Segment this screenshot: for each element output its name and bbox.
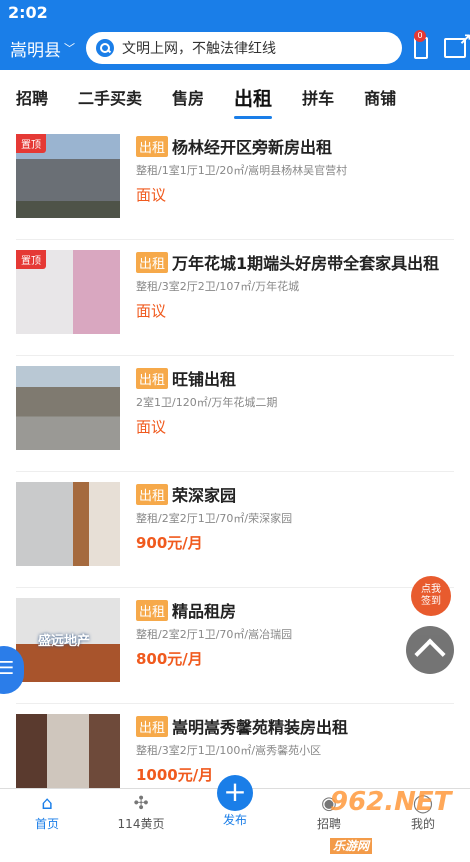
- listing-price: 面议: [136, 418, 167, 436]
- rent-tag: 出租: [136, 367, 169, 389]
- listing-meta: 整租/2室2厅1卫/70㎡/荣深家园: [136, 512, 293, 525]
- nav-home-label: 首页: [34, 817, 59, 831]
- interior-photo: 盛远地产: [16, 598, 120, 682]
- nav-yellowpages[interactable]: ✣ 114黄页: [94, 789, 188, 836]
- home-icon: ⌂: [41, 793, 53, 814]
- top-bar: 嵩明县 ﹀ 文明上网，不触法律红线 0: [0, 26, 470, 70]
- watermark-text: 962.NET: [330, 787, 452, 817]
- category-tabs: 招聘 二手买卖 售房 出租 拼车 商铺: [0, 70, 470, 124]
- status-bar: 2:02: [0, 0, 470, 26]
- city-label: 嵩明县: [10, 40, 61, 61]
- listing-meta: 整租/2室2厅1卫/70㎡/嵩冶瑞园: [136, 628, 293, 641]
- rent-tag: 出租: [136, 715, 169, 737]
- nav-publish[interactable]: + 发布: [188, 775, 282, 836]
- listing-meta: 2室1卫/120㎡/万年花城二期: [136, 396, 278, 409]
- rent-tag: 出租: [136, 135, 169, 157]
- tab-recruit[interactable]: 招聘: [16, 85, 48, 109]
- tab-rent[interactable]: 出租: [234, 84, 273, 119]
- signin-button[interactable]: 点我 签到: [411, 576, 451, 616]
- rent-tag: 出租: [136, 483, 169, 505]
- rent-tag: 出租: [136, 599, 169, 621]
- listing-title: 万年花城1期端头好房带全套家具出租: [172, 254, 440, 273]
- listing-title: 精品租房: [172, 602, 237, 621]
- message-icon[interactable]: 0: [414, 30, 428, 59]
- nav-yellowpages-label: 114黄页: [117, 817, 165, 831]
- listing-meta: 整租/3室2厅2卫/107㎡/万年花城: [136, 280, 300, 293]
- chevron-down-icon: ﹀: [64, 42, 75, 55]
- tab-shops[interactable]: 商铺: [364, 85, 396, 109]
- nav-publish-label: 发布: [222, 813, 247, 827]
- nav-home[interactable]: ⌂ 首页: [0, 789, 94, 836]
- listing-title: 嵩明嵩秀馨苑精装房出租: [172, 718, 349, 737]
- pinned-badge: 置顶: [16, 250, 46, 269]
- room-photo: 置顶: [16, 250, 120, 334]
- street-photo: [16, 366, 120, 450]
- listing-price: 900元/月: [136, 534, 203, 552]
- search-icon: [96, 39, 114, 57]
- tab-house-sale[interactable]: 售房: [172, 85, 204, 109]
- listing-list: 置顶 出租 杨林经开区旁新房出租 整租/1室1厅1卫/20㎡/嵩明县杨林吴官营村…: [0, 124, 470, 820]
- watermark-sub: 乐游网: [330, 838, 373, 854]
- listing-meta: 整租/3室2厅1卫/100㎡/嵩秀馨苑小区: [136, 744, 322, 757]
- listing-price: 面议: [136, 186, 167, 204]
- livingroom-photo: [16, 482, 120, 566]
- tab-carpool[interactable]: 拼车: [302, 85, 334, 109]
- message-badge: 0: [414, 30, 426, 42]
- list-item[interactable]: 盛远地产 出租 精品租房 整租/2室2厅1卫/70㎡/嵩冶瑞园 800元/月: [16, 588, 454, 704]
- share-icon[interactable]: [444, 30, 470, 58]
- plus-icon: +: [217, 775, 253, 811]
- building-photo: 置顶: [16, 134, 120, 218]
- tab-secondhand[interactable]: 二手买卖: [78, 85, 142, 109]
- pinned-badge: 置顶: [16, 134, 46, 153]
- rent-tag: 出租: [136, 251, 169, 273]
- grid-icon: ✣: [133, 793, 149, 814]
- scroll-to-top-button[interactable]: [406, 626, 454, 674]
- listing-price: 面议: [136, 302, 167, 320]
- signin-line1: 点我: [421, 584, 441, 595]
- status-time: 2:02: [8, 3, 48, 22]
- search-input[interactable]: 文明上网，不触法律红线: [86, 32, 402, 64]
- list-item[interactable]: 置顶 出租 杨林经开区旁新房出租 整租/1室1厅1卫/20㎡/嵩明县杨林吴官营村…: [16, 124, 454, 240]
- list-item[interactable]: 出租 荣深家园 整租/2室2厅1卫/70㎡/荣深家园 900元/月: [16, 472, 454, 588]
- list-item[interactable]: 置顶 出租 万年花城1期端头好房带全套家具出租 整租/3室2厅2卫/107㎡/万…: [16, 240, 454, 356]
- apartment-photo: [16, 714, 120, 798]
- watermark: 962.NET 乐游网: [320, 782, 470, 854]
- city-selector[interactable]: 嵩明县 ﹀: [10, 36, 80, 61]
- listing-title: 旺铺出租: [172, 370, 237, 389]
- list-item[interactable]: 出租 旺铺出租 2室1卫/120㎡/万年花城二期 面议: [16, 356, 454, 472]
- listing-title: 荣深家园: [172, 486, 237, 505]
- signin-line2: 签到: [421, 596, 441, 607]
- listing-meta: 整租/1室1厅1卫/20㎡/嵩明县杨林吴官营村: [136, 164, 348, 177]
- agency-logo: 盛远地产: [38, 634, 91, 649]
- search-placeholder: 文明上网，不触法律红线: [122, 41, 276, 57]
- listing-title: 杨林经开区旁新房出租: [172, 138, 333, 157]
